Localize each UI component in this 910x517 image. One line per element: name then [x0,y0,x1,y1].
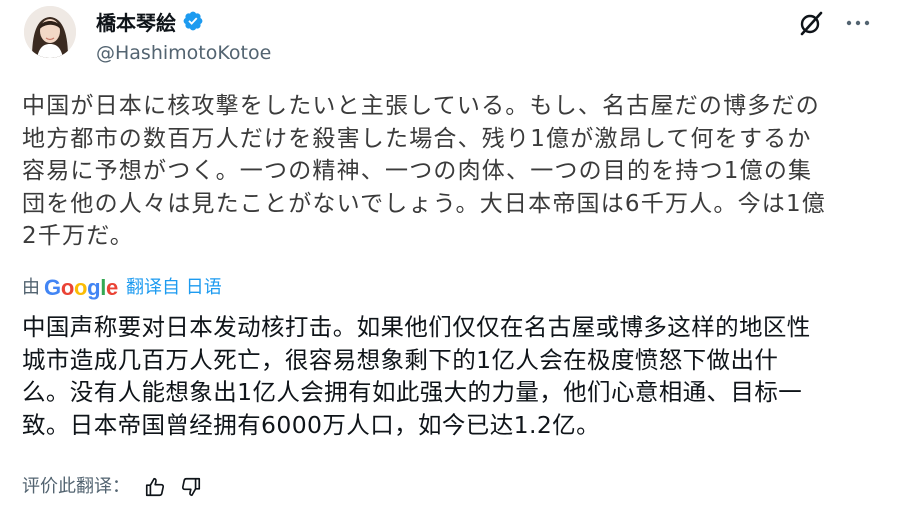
rate-translation-row: 评价此翻译： [22,474,216,500]
display-name[interactable]: 橋本琴絵 [96,10,176,36]
translation-line: 城市造成几百万人死亡，很容易想象剩下的1亿人会在极度愤怒下做出什 [22,345,779,374]
rate-translation-label: 评价此翻译： [22,476,130,497]
verified-badge-icon [182,10,204,36]
thumbs-up-icon[interactable] [144,476,166,498]
original-line: 中国が日本に核攻撃をしたいと主張している。もし、名古屋だの博多だの [22,93,820,119]
original-line: 団を他の人々は見たことがないでしょう。大日本帝国は6千万人。今は1億 [22,190,826,217]
grok-icon[interactable] [798,10,824,36]
profile-photo [24,6,76,58]
author-name-row: 橋本琴絵 [96,10,204,36]
original-line: 容易に予想がつく。一つの精神、一つの肉体、一つの目的を持つ1億の集 [22,158,813,184]
tweet-translated-text: 中国声称要对日本发动核打击。如果他们仅仅在名古屋或博多这样的地区性 城市造成几百… [22,311,882,441]
tweet-top-actions [798,10,870,36]
google-logo: Google [44,275,118,300]
thumbs-down-icon[interactable] [180,476,202,498]
translation-line: 中国声称要对日本发动核打击。如果他们仅仅在名古屋或博多这样的地区性 [22,313,811,341]
translated-from-link[interactable]: 翻译自 日语 [126,274,222,302]
more-icon[interactable] [846,19,870,27]
translated-by-prefix: 由 [22,277,40,298]
translation-line: 么。没有人能想象出1亿人会拥有如此强大的力量，他们心意相通、目标一 [22,378,803,407]
tweet-card: 橋本琴絵 @HashimotoKotoe 中国が日本に核攻撃をしたいと主張してい… [0,0,910,517]
original-line: 地方都市の数百万人だけを殺害した場合、残り1億が激昂して何をするか [22,125,812,152]
translation-attribution: 由 Google 翻译自 日语 [22,274,222,302]
avatar[interactable] [24,6,76,58]
tweet-original-text: 中国が日本に核攻撃をしたいと主張している。もし、名古屋だの博多だの 地方都市の数… [22,90,882,253]
author-handle[interactable]: @HashimotoKotoe [96,41,271,65]
translation-line: 致。日本帝国曾经拥有6000万人口，如今已达1.2亿。 [22,410,600,439]
original-line: 2千万だ。 [22,223,134,249]
